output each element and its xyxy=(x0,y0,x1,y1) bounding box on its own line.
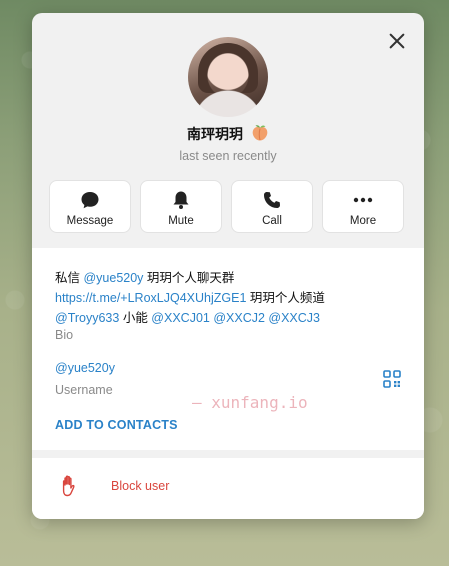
bio-text: 玥玥个人聊天群 xyxy=(143,271,235,285)
bio-text: 小能 xyxy=(119,311,152,325)
avatar[interactable] xyxy=(188,37,268,117)
username-value[interactable]: @yue520y xyxy=(55,361,115,375)
bio-line-3: @Troyy633 小能 @XXCJ01 @XXCJ2 @XXCJ3 xyxy=(55,307,320,326)
profile-name-row: 南玶玥玥 xyxy=(32,124,424,144)
block-user-label: Block user xyxy=(111,479,170,493)
phone-icon xyxy=(261,189,283,211)
bell-icon xyxy=(170,189,192,211)
mention-link[interactable]: @Troyy633 xyxy=(55,311,119,325)
user-info-dialog: 南玶玥玥 last seen recently Message Mute Cal… xyxy=(32,13,424,519)
message-button-label: Message xyxy=(66,215,114,227)
mention-link[interactable]: @yue520y xyxy=(83,271,143,285)
add-to-contacts-button[interactable]: ADD TO CONTACTS xyxy=(55,418,178,432)
close-icon[interactable] xyxy=(388,32,406,50)
action-bar: Message Mute Call More xyxy=(49,180,404,233)
message-button[interactable]: Message xyxy=(49,180,131,233)
username-label: Username xyxy=(55,383,113,397)
more-dots-icon xyxy=(352,189,374,211)
mention-link[interactable]: @XXCJ3 xyxy=(268,311,320,325)
bio-text: 私信 xyxy=(55,271,84,285)
more-button[interactable]: More xyxy=(322,180,404,233)
invite-link[interactable]: https://t.me/+LRoxLJQ4XUhjZGE1 xyxy=(55,291,246,305)
mute-button[interactable]: Mute xyxy=(140,180,222,233)
call-button[interactable]: Call xyxy=(231,180,313,233)
call-button-label: Call xyxy=(262,215,282,227)
chat-bubble-icon xyxy=(79,189,101,211)
bio-line-2: https://t.me/+LRoxLJQ4XUhjZGE1 玥玥个人频道 xyxy=(55,287,325,306)
watermark: — xunfang.io xyxy=(192,393,308,412)
avatar-hair xyxy=(198,43,258,93)
info-section: 私信 @yue520y 玥玥个人聊天群 https://t.me/+LRoxLJ… xyxy=(32,248,424,450)
mention-link[interactable]: @XXCJ2 xyxy=(213,311,265,325)
bio-label: Bio xyxy=(55,328,74,342)
last-seen-status: last seen recently xyxy=(179,149,277,163)
mute-button-label: Mute xyxy=(168,215,194,227)
more-button-label: More xyxy=(349,215,377,227)
qr-code-icon[interactable] xyxy=(383,370,401,388)
bio-text: 玥玥个人频道 xyxy=(246,291,325,305)
peach-emoji-icon xyxy=(252,125,268,141)
profile-name: 南玶玥玥 xyxy=(187,126,244,142)
block-user-button[interactable]: Block user xyxy=(32,458,424,519)
bio-line-1: 私信 @yue520y 玥玥个人聊天群 xyxy=(55,267,234,286)
hand-stop-icon xyxy=(62,475,75,497)
mention-link[interactable]: @XXCJ01 xyxy=(151,311,210,325)
